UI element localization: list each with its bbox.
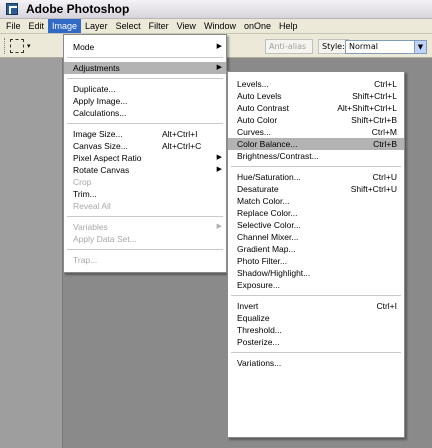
menu-item-rotate-canvas[interactable]: Rotate Canvas ▶ xyxy=(64,164,226,176)
menu-item-auto-contrast[interactable]: Auto Contrast Alt+Shift+Ctrl+L xyxy=(228,102,404,114)
menu-separator xyxy=(67,123,223,124)
menu-item-adjustments[interactable]: Adjustments ▶ xyxy=(64,62,226,74)
menu-item-canvas-size[interactable]: Canvas Size... Alt+Ctrl+C xyxy=(64,140,226,152)
shortcut-label: Alt+Shift+Ctrl+L xyxy=(337,103,397,113)
menu-help[interactable]: Help xyxy=(275,19,302,33)
menu-item-curves[interactable]: Curves... Ctrl+M xyxy=(228,126,404,138)
menu-separator xyxy=(67,78,223,79)
title-bar: Adobe Photoshop xyxy=(0,0,432,19)
menu-item-match-color[interactable]: Match Color... xyxy=(228,195,404,207)
toolbar-grip-icon[interactable] xyxy=(4,38,6,54)
menu-image[interactable]: Image xyxy=(48,19,82,33)
shortcut-label: Ctrl+M xyxy=(371,127,397,137)
submenu-arrow-icon: ▶ xyxy=(216,223,222,230)
menu-item-calculations[interactable]: Calculations... xyxy=(64,107,226,119)
menu-item-trap: Trap... xyxy=(73,255,98,265)
menu-item-color-balance[interactable]: Color Balance... Ctrl+B xyxy=(228,138,404,150)
shortcut-label: Ctrl+I xyxy=(376,301,397,311)
photoshop-app-icon xyxy=(6,3,18,15)
menu-separator xyxy=(67,57,223,58)
adjustments-submenu: Levels... Ctrl+L Auto Levels Shift+Ctrl+L … xyxy=(227,71,405,438)
menu-item-channel-mixer[interactable]: Channel Mixer... xyxy=(228,231,404,243)
menu-item-image-size[interactable]: Image Size... Alt+Ctrl+I xyxy=(64,128,226,140)
shortcut-label: Ctrl+B xyxy=(373,139,397,149)
menu-view[interactable]: View xyxy=(173,19,200,33)
menu-item-levels[interactable]: Levels... Ctrl+L xyxy=(228,78,404,90)
tool-preset-dropdown-icon[interactable]: ▾ xyxy=(27,42,31,50)
shortcut-label: Alt+Ctrl+C xyxy=(162,141,202,151)
menu-item-hue-saturation[interactable]: Hue/Saturation... Ctrl+U xyxy=(228,171,404,183)
submenu-arrow-icon: ▶ xyxy=(216,154,222,161)
shortcut-label: Shift+Ctrl+B xyxy=(351,115,397,125)
shortcut-label: Ctrl+U xyxy=(372,172,397,182)
menu-item-desaturate[interactable]: Desaturate Shift+Ctrl+U xyxy=(228,183,404,195)
menu-separator xyxy=(231,295,401,296)
menu-item-posterize[interactable]: Posterize... xyxy=(228,336,404,348)
style-value: Normal xyxy=(349,42,378,51)
menu-onone[interactable]: onOne xyxy=(240,19,275,33)
menu-window[interactable]: Window xyxy=(200,19,240,33)
menu-edit[interactable]: Edit xyxy=(25,19,49,33)
marquee-tool-icon[interactable] xyxy=(10,39,24,53)
menu-file[interactable]: File xyxy=(2,19,25,33)
menu-item-mode[interactable]: Mode ▶ xyxy=(64,41,226,53)
menu-item-apply-image[interactable]: Apply Image... xyxy=(64,95,226,107)
menu-separator xyxy=(231,352,401,353)
menu-item-duplicate[interactable]: Duplicate... xyxy=(64,83,226,95)
shortcut-label: Shift+Ctrl+U xyxy=(350,184,397,194)
menu-item-exposure[interactable]: Exposure... xyxy=(228,279,404,291)
menu-bar: File Edit Image Layer Select Filter View… xyxy=(0,19,432,34)
menu-item-auto-color[interactable]: Auto Color Shift+Ctrl+B xyxy=(228,114,404,126)
menu-item-variations[interactable]: Variations... xyxy=(228,357,404,369)
menu-item-brightness-contrast[interactable]: Brightness/Contrast... xyxy=(228,150,404,162)
menu-item-auto-levels[interactable]: Auto Levels Shift+Ctrl+L xyxy=(228,90,404,102)
menu-separator xyxy=(67,249,223,250)
chevron-down-icon[interactable]: ▼ xyxy=(414,41,426,53)
window-title: Adobe Photoshop xyxy=(26,2,130,16)
menu-layer[interactable]: Layer xyxy=(81,19,112,33)
menu-item-apply-data-set: Apply Data Set... xyxy=(73,234,137,244)
menu-item-variables: Variables ▶ xyxy=(73,222,222,232)
menu-item-shadow-highlight[interactable]: Shadow/Highlight... xyxy=(228,267,404,279)
menu-separator xyxy=(231,166,401,167)
menu-item-threshold[interactable]: Threshold... xyxy=(228,324,404,336)
style-select[interactable]: Normal ▼ xyxy=(345,40,427,54)
shortcut-label: Ctrl+L xyxy=(374,79,397,89)
menu-item-replace-color[interactable]: Replace Color... xyxy=(228,207,404,219)
menu-select[interactable]: Select xyxy=(112,19,145,33)
menu-item-invert[interactable]: Invert Ctrl+I xyxy=(228,300,404,312)
menu-item-gradient-map[interactable]: Gradient Map... xyxy=(228,243,404,255)
shortcut-label: Alt+Ctrl+I xyxy=(162,129,198,139)
menu-item-photo-filter[interactable]: Photo Filter... xyxy=(228,255,404,267)
menu-item-pixel-aspect-ratio[interactable]: Pixel Aspect Ratio ▶ xyxy=(64,152,226,164)
menu-item-equalize[interactable]: Equalize xyxy=(228,312,404,324)
menu-separator xyxy=(67,216,223,217)
image-menu: Mode ▶ Adjustments ▶ Duplicate... Apply Im… xyxy=(63,34,227,273)
submenu-arrow-icon: ▶ xyxy=(216,43,222,50)
submenu-arrow-icon: ▶ xyxy=(216,166,222,173)
tools-panel xyxy=(0,58,63,448)
menu-item-crop: Crop xyxy=(73,177,92,187)
menu-filter[interactable]: Filter xyxy=(145,19,173,33)
menu-item-selective-color[interactable]: Selective Color... xyxy=(228,219,404,231)
submenu-arrow-icon: ▶ xyxy=(216,64,222,71)
menu-item-trim[interactable]: Trim... xyxy=(64,188,226,200)
shortcut-label: Shift+Ctrl+L xyxy=(352,91,397,101)
antialias-checkbox[interactable]: Anti-alias xyxy=(265,39,313,54)
menu-item-reveal-all: Reveal All xyxy=(73,201,111,211)
